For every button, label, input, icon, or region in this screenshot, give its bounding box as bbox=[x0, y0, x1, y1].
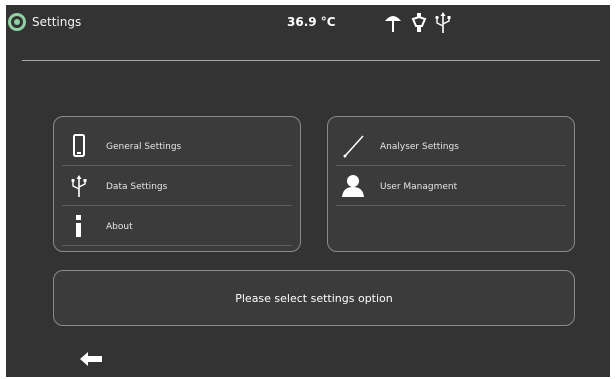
status-bar: Settings 36.9 °C bbox=[6, 5, 610, 43]
menu-item-user-managment[interactable]: User Managment bbox=[336, 168, 566, 206]
status-message: Please select settings option bbox=[235, 292, 393, 305]
user-icon bbox=[342, 175, 364, 197]
phone-icon bbox=[73, 134, 85, 157]
header-divider bbox=[22, 60, 600, 61]
menu-item-data-settings[interactable]: Data Settings bbox=[62, 168, 292, 206]
stylus-icon bbox=[343, 135, 364, 158]
back-arrow-icon[interactable] bbox=[78, 350, 106, 368]
settings-screen: Settings 36.9 °C General Settings Data S… bbox=[6, 5, 610, 377]
menu-item-label: About bbox=[106, 222, 133, 232]
status-message-box: Please select settings option bbox=[53, 270, 575, 326]
menu-item-label: Analyser Settings bbox=[380, 142, 459, 152]
menu-item-label: Data Settings bbox=[106, 182, 168, 192]
settings-panel-right: Analyser Settings User Managment bbox=[327, 116, 575, 252]
info-icon bbox=[76, 215, 81, 237]
app-logo-icon bbox=[8, 13, 26, 31]
app-title: Settings bbox=[32, 15, 82, 29]
menu-item-analyser-settings[interactable]: Analyser Settings bbox=[336, 128, 566, 166]
menu-item-about[interactable]: About bbox=[62, 208, 292, 246]
pen-sensor-icon bbox=[411, 13, 427, 32]
sensor-probe-icon bbox=[385, 16, 401, 32]
menu-item-label: General Settings bbox=[106, 142, 182, 152]
usb-icon bbox=[71, 175, 87, 197]
menu-item-general-settings[interactable]: General Settings bbox=[62, 128, 292, 166]
usb-icon bbox=[435, 12, 451, 33]
temperature-readout: 36.9 °C bbox=[287, 15, 336, 29]
settings-panel-left: General Settings Data Settings About bbox=[53, 116, 301, 252]
menu-item-label: User Managment bbox=[380, 182, 458, 192]
